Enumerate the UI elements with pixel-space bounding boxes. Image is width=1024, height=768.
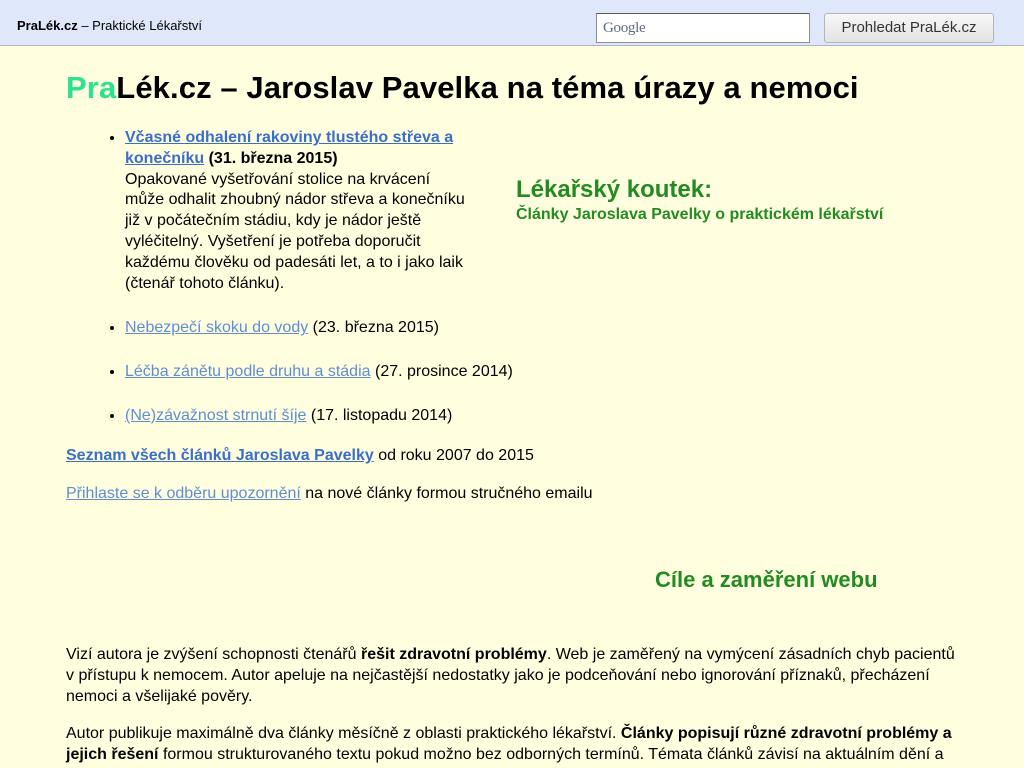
subscribe-text: na nové články formou stručného emailu — [305, 485, 593, 502]
title-prefix: Pra — [66, 70, 117, 105]
corner-subheading: Články Jaroslava Pavelky o praktickém lé… — [516, 206, 884, 223]
emphasis-text: řešit zdravotní problémy — [360, 646, 547, 663]
all-articles-link[interactable]: Seznam všech článků Jaroslava Pavelky — [66, 447, 374, 464]
search-input[interactable]: Google — [596, 13, 810, 43]
article-link[interactable]: Léčba zánětu podle druhu a stádia — [125, 363, 371, 380]
corner-heading: Lékařský koutek: — [516, 176, 713, 203]
goals-paragraph-1: Vizí autora je zvýšení schopnosti čtenář… — [66, 645, 956, 707]
text-span: Vizí autora je zvýšení schopnosti čtenář… — [66, 646, 361, 663]
all-articles-row: Seznam všech článků Jaroslava Pavelky od… — [66, 447, 534, 465]
article-date: (31. března 2015) — [208, 149, 338, 167]
list-item: Léčba zánětu podle druhu a stádia (27. p… — [125, 362, 545, 383]
search-button[interactable]: Prohledat PraLék.cz — [824, 13, 994, 43]
list-item: (Ne)závažnost strnutí šíje (17. listopad… — [125, 406, 545, 427]
subscribe-row: Přihlaste se k odběru upozornění na nové… — [66, 485, 593, 503]
article-date: (17. listopadu 2014) — [310, 406, 453, 424]
article-description: Opakované vyšetřování stolice na krvácen… — [125, 170, 465, 292]
google-logo-icon: Google — [603, 20, 646, 36]
brand-tagline: – Praktické Lékařství — [81, 18, 202, 33]
article-list: Včasné odhalení rakoviny tlustého střeva… — [66, 128, 545, 450]
doctor-corner: Lékařský koutek: Články Jaroslava Pavelk… — [516, 176, 883, 224]
text-span: formou strukturovaného textu pokud možno… — [158, 745, 944, 763]
all-articles-text: od roku 2007 do 2015 — [378, 447, 534, 464]
article-link[interactable]: (Ne)závažnost strnutí šíje — [125, 407, 306, 424]
list-item: Nebezpečí skoku do vody (23. března 2015… — [125, 318, 545, 339]
title-rest: Lék.cz – Jaroslav Pavelka na téma úrazy … — [116, 70, 859, 105]
article-link[interactable]: Nebezpečí skoku do vody — [125, 319, 308, 336]
article-date: (23. března 2015) — [312, 319, 439, 337]
goals-heading: Cíle a zaměření webu — [655, 567, 878, 592]
subscribe-link[interactable]: Přihlaste se k odběru upozornění — [66, 485, 301, 502]
article-date: (27. prosince 2014) — [374, 363, 513, 381]
brand-name[interactable]: PraLék.cz — [17, 18, 78, 33]
goals-paragraph-2: Autor publikuje maximálně dva články měs… — [66, 724, 956, 766]
site-brand[interactable]: PraLék.cz – Praktické Lékařství — [17, 18, 202, 33]
top-bar: PraLék.cz – Praktické Lékařství Google P… — [0, 0, 1024, 46]
list-item: Včasné odhalení rakoviny tlustého střeva… — [125, 128, 470, 294]
page-title: PraLék.cz – Jaroslav Pavelka na téma úra… — [66, 70, 859, 106]
text-span: Autor publikuje maximálně dva články měs… — [66, 725, 621, 742]
